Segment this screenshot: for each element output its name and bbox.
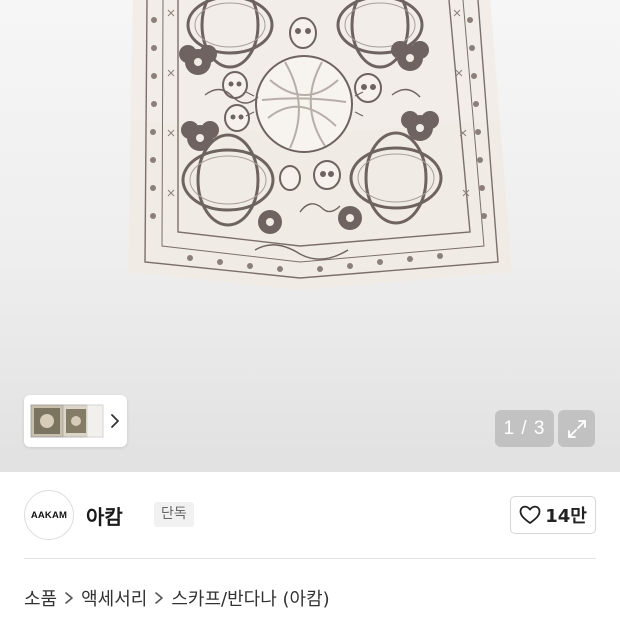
brand-logo[interactable]: AAKAM — [24, 490, 74, 540]
like-button[interactable]: 14만 — [510, 496, 596, 534]
breadcrumb: 소품 액세서리 스카프/반다나 (아캄) — [24, 585, 330, 611]
thumbnail-images[interactable] — [29, 399, 107, 443]
divider — [24, 558, 596, 559]
expand-icon — [567, 419, 586, 438]
brand-name[interactable]: 아캄 — [86, 501, 123, 530]
brand-row: AAKAM 아캄 단독 14만 — [24, 490, 596, 540]
image-page-counter: 1 / 3 — [495, 410, 554, 447]
chevron-right-icon — [155, 592, 164, 604]
thumbnail-strip[interactable] — [24, 395, 127, 447]
chevron-right-icon — [65, 592, 73, 604]
like-count: 14만 — [545, 506, 587, 527]
exclusive-badge: 단독 — [154, 502, 194, 527]
expand-button[interactable] — [558, 410, 595, 447]
breadcrumb-item-category[interactable]: 소품 — [24, 585, 57, 611]
chevron-right-icon[interactable] — [109, 411, 121, 431]
breadcrumb-item-subcategory[interactable]: 액세서리 — [81, 585, 147, 611]
heart-icon — [519, 505, 541, 524]
product-gallery[interactable]: 1 / 3 — [0, 0, 620, 472]
breadcrumb-item-current[interactable]: 스카프/반다나 (아캄) — [171, 585, 329, 611]
